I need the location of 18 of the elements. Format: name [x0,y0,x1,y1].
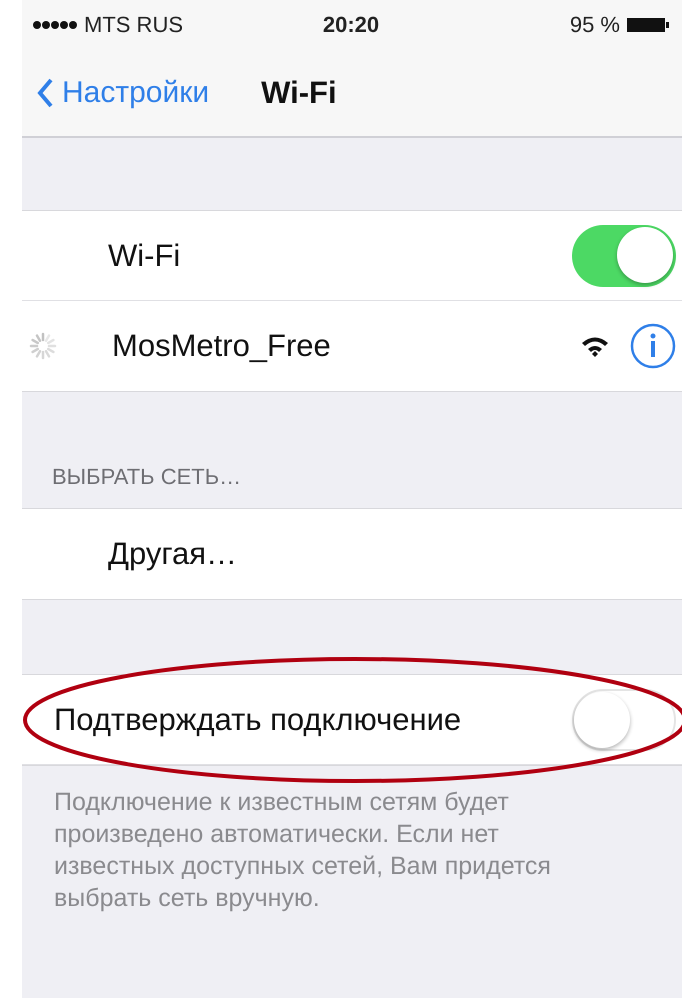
row-label: Wi-Fi [108,238,182,274]
row-label: Подтверждать подключение [54,702,462,738]
battery-icon [626,16,670,34]
footer-note: Подключение к известным сетям будет произведено автоматически. Если нет известных доступных сетей, Вам придется выбрать сеть вручную. [53,787,552,914]
clock: 20:20 [322,12,380,38]
signal-icon [32,20,78,30]
info-icon[interactable] [630,323,676,369]
chevron-left-icon [36,77,54,109]
back-link[interactable]: Настройки [36,76,210,110]
toggle-switch[interactable] [572,688,676,750]
battery-percent: 95 % [570,12,620,38]
network-name: MosMetro_Free [112,328,332,364]
carrier-name: MTS RUS [84,12,183,38]
spinner-icon [28,331,58,361]
other-network-row[interactable]: Другая… [22,509,682,599]
section-header: ВЫБРАТЬ СЕТЬ… [51,463,242,491]
page-title: Wi-Fi [261,75,337,111]
network-row[interactable]: MosMetro_Free [22,301,682,391]
